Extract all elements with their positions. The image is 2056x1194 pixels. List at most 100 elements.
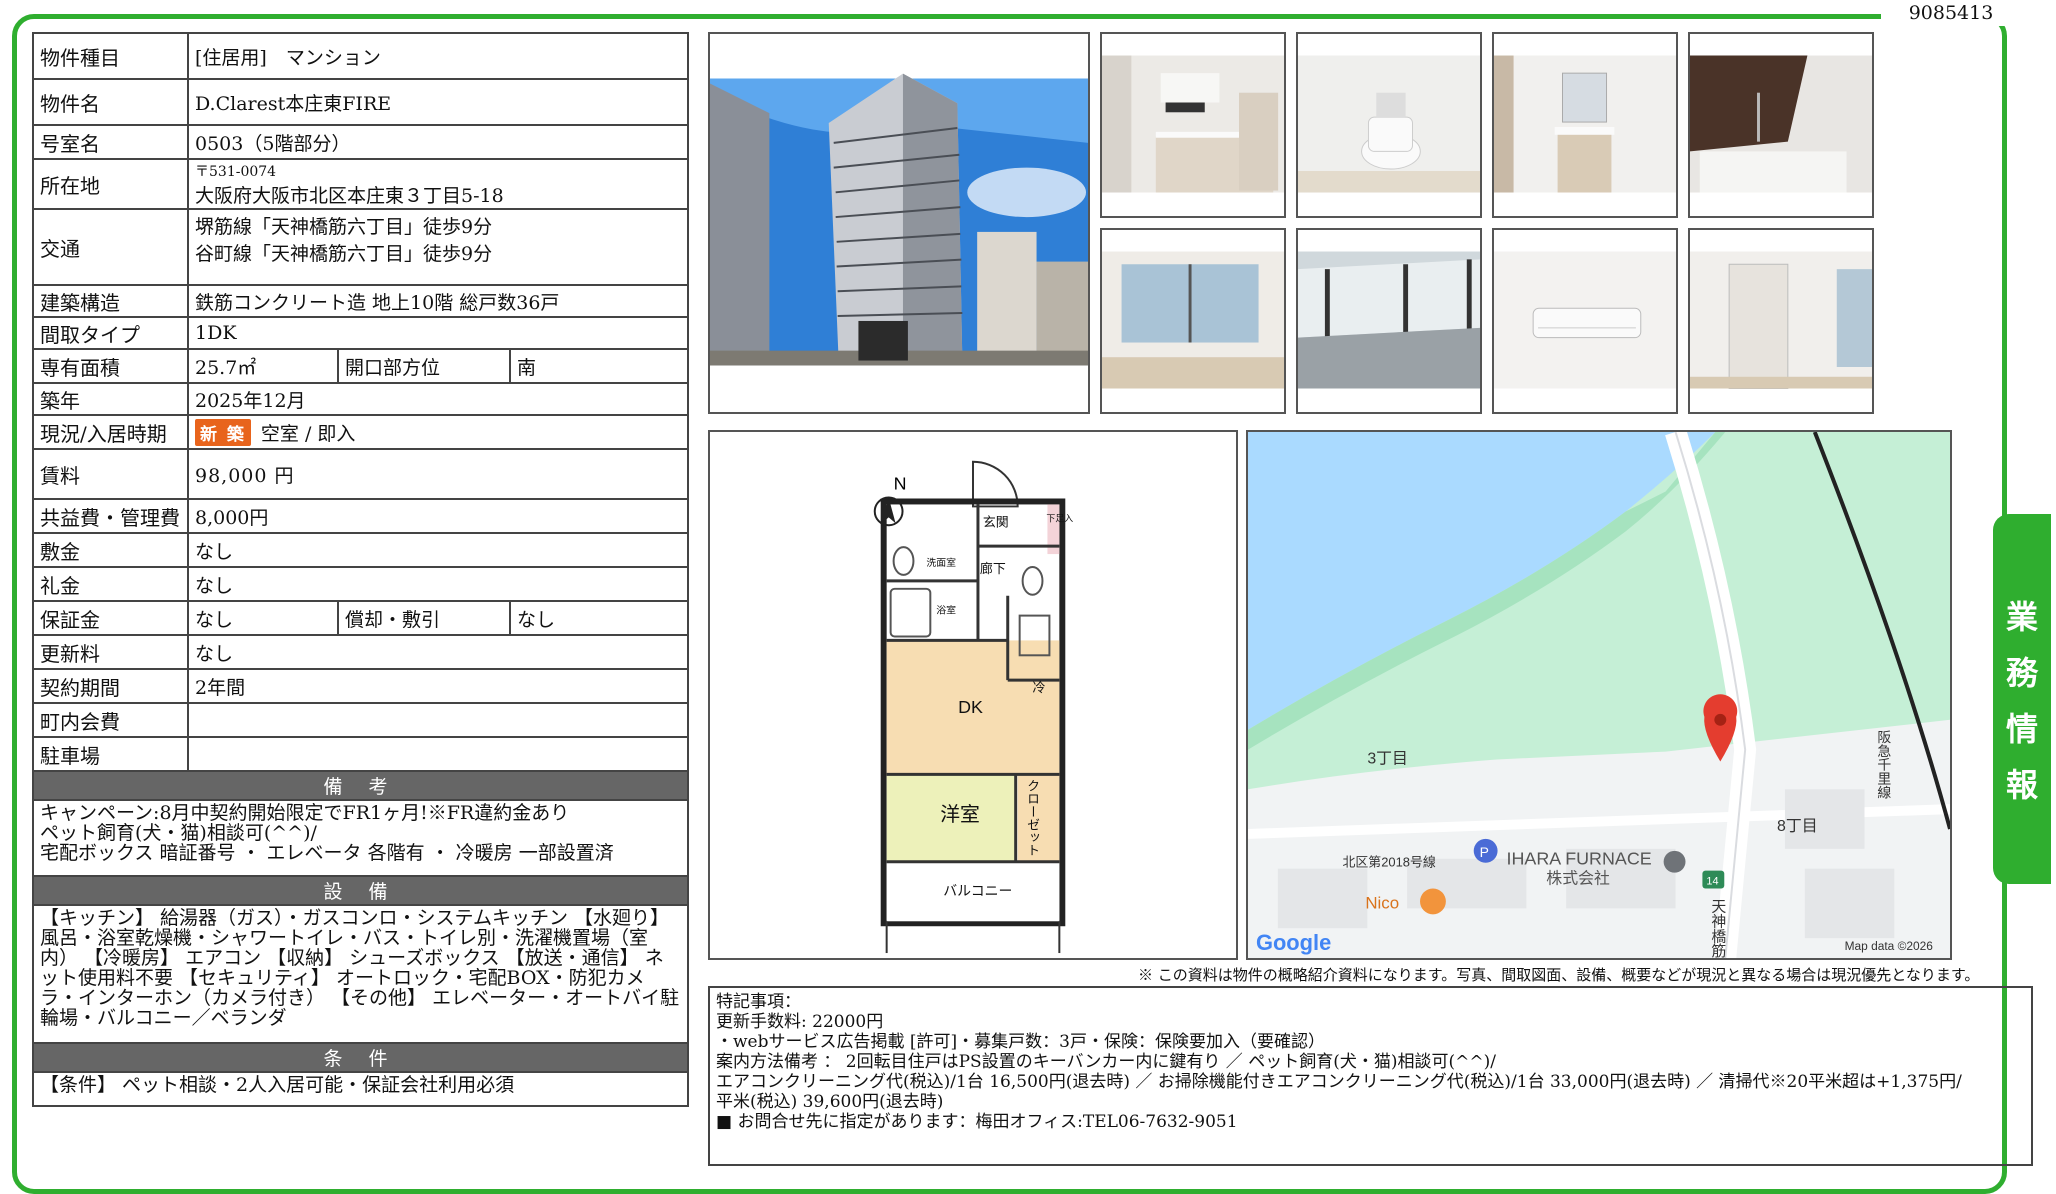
transport-line: 堺筋線「天神橋筋六丁目」徒歩9分 [195, 216, 493, 238]
section-title-jouken: 条 件 [32, 1042, 689, 1073]
google-logo: Google [1256, 930, 1331, 955]
value-name: D.Clarest本庄東FIRE [187, 78, 689, 126]
label-balcony: バルコニー [943, 882, 1012, 898]
label-built: 築年 [32, 382, 189, 416]
map-drawing: P 3丁目 8丁目 北区第2018号線 IHARA FURNACE 株式会社 N… [1248, 432, 1950, 958]
map-label-nico: Nico [1365, 893, 1399, 912]
remarks-line: 案内方法備考 ： 2回転目住戸はPS設置のキーバンカー内に鍵有り ／ ペット飼育… [716, 1052, 1496, 1072]
label-closet: クローゼット [1025, 779, 1040, 856]
label-town-fee: 町内会費 [32, 702, 189, 738]
remarks-line: エアコンクリーニング代(税込)/1台 16,500円(退去時) ／ お掃除機能付… [716, 1072, 1962, 1092]
value-status: 新 築空室 / 即入 [187, 414, 689, 450]
disclaimer-notice: ※ この資料は物件の概略紹介資料になります。写真、間取図面、設備、概要などが現況… [1138, 966, 1980, 984]
value-key-money: なし [187, 566, 689, 602]
label-layout: 間取タイプ [32, 316, 189, 350]
label-name: 物件名 [32, 78, 189, 126]
section-body-setsubi: 【キッチン】 給湯器（ガス）・ガスコンロ・システムキッチン 【水廻り】 風呂・浴… [32, 904, 689, 1044]
section-body-jouken: 【条件】 ペット相談・2人入居可能・保証会社利用必須 [32, 1071, 689, 1107]
value-structure: 鉄筋コンクリート造 地上10階 総戸数36戸 [187, 284, 689, 318]
remarks-line: 更新手数料: 22000円 [716, 1012, 884, 1032]
map-label-company-suffix: 株式会社 [1546, 870, 1610, 888]
north-label: N [894, 474, 907, 494]
map-label-road: 北区第2018号線 [1342, 855, 1435, 870]
label-direction: 開口部方位 [337, 348, 511, 384]
label-status: 現況/入居時期 [32, 414, 189, 450]
floorplan-panel[interactable]: N 玄関 下足入 洗面室 廊下 浴室 冷 DK 洋室 クローゼット バルコニー [708, 430, 1238, 960]
new-build-badge: 新 築 [195, 418, 251, 446]
special-remarks-box: 特記事項： 更新手数料: 22000円 ・webサービス広告掲載 [許可]・募集… [708, 986, 2033, 1166]
building-image [710, 34, 1088, 412]
value-guarantee: なし [187, 600, 339, 636]
balcony-image [1298, 230, 1480, 412]
kitchen-image [1102, 34, 1284, 216]
photo-kitchen[interactable] [1100, 32, 1286, 218]
value-rent: 98,000 円 [187, 448, 689, 500]
toilet-image [1298, 34, 1480, 216]
label-area: 専有面積 [32, 348, 189, 384]
map-label-8chome: 8丁目 [1777, 818, 1818, 835]
label-sentaku: 洗面室 [926, 556, 956, 569]
label-parking: 駐車場 [32, 736, 189, 772]
value-address: 〒531-0074 大阪府大阪市北区本庄東３丁目5-18 [187, 158, 689, 210]
value-parking [187, 736, 689, 772]
photo-aircon[interactable] [1492, 228, 1678, 414]
status-text: 空室 / 即入 [260, 422, 356, 445]
section-title-bikou: 備 考 [32, 770, 689, 801]
value-transport: 堺筋線「天神橋筋六丁目」徒歩9分 谷町線「天神橋筋六丁目」徒歩9分 [187, 208, 689, 286]
label-type: 物件種目 [32, 32, 189, 80]
room-window-image [1102, 230, 1284, 412]
photo-balcony[interactable] [1296, 228, 1482, 414]
remarks-line: ・webサービス広告掲載 [許可]・募集戸数：3戸・保険：保険要加入（要確認） [716, 1032, 1325, 1052]
photo-room-window[interactable] [1100, 228, 1286, 414]
bathroom-image [1690, 34, 1872, 216]
label-dk: DK [958, 697, 983, 717]
label-structure: 建築構造 [32, 284, 189, 318]
value-area: 25.7㎡ [187, 348, 339, 384]
zip-code: 〒531-0074 [195, 163, 277, 180]
value-town-fee [187, 702, 689, 738]
map-label-railway: 阪急千里線 [1876, 730, 1892, 800]
closet-image [1690, 230, 1872, 412]
transport-line: 谷町線「天神橋筋六丁目」徒歩9分 [195, 243, 493, 265]
side-tab-char: 情 [2005, 710, 2038, 748]
label-genkan: 玄関 [983, 514, 1009, 529]
page-id: 9085413 [1881, 0, 2021, 26]
photo-toilet[interactable] [1296, 32, 1482, 218]
spec-table: 物件種目 [住居用] マンション 物件名 D.Clarest本庄東FIRE 号室名 0… [32, 32, 689, 1107]
section-title-setsubi: 設 備 [32, 875, 689, 906]
aircon-image [1494, 230, 1676, 412]
label-youshitsu: 洋室 [940, 804, 980, 826]
bikou-line: ペット飼育(犬・猫)相談可(^^)/ [40, 822, 317, 844]
label-deposit: 敷金 [32, 532, 189, 568]
value-direction: 南 [509, 348, 689, 384]
value-layout: 1DK [187, 316, 689, 350]
value-fee: 8,000円 [187, 498, 689, 534]
map-route-number: 14 [1706, 876, 1718, 888]
value-amortization: なし [509, 600, 689, 636]
photo-closet[interactable] [1688, 228, 1874, 414]
label-transport: 交通 [32, 208, 189, 286]
washroom-image [1494, 34, 1676, 216]
value-deposit: なし [187, 532, 689, 568]
address-line: 大阪府大阪市北区本庄東３丁目5-18 [195, 184, 504, 207]
section-body-bikou: キャンペーン:8月中契約開始限定でFR1ヶ月!※FR違約金あり ペット飼育(犬・猫… [32, 799, 689, 877]
remarks-line: 特記事項： [716, 992, 801, 1012]
photo-washroom[interactable] [1492, 32, 1678, 218]
label-rei: 冷 [1033, 680, 1046, 695]
map-label-company-name: IHARA FURNACE [1507, 849, 1652, 869]
side-tab-gyoumu-jouhou[interactable]: 業 務 情 報 [1993, 514, 2051, 884]
label-guarantee: 保証金 [32, 600, 189, 636]
label-room: 号室名 [32, 124, 189, 160]
photo-building-exterior[interactable] [708, 32, 1090, 414]
map-panel[interactable]: P 3丁目 8丁目 北区第2018号線 IHARA FURNACE 株式会社 N… [1246, 430, 1952, 960]
photo-bathroom[interactable] [1688, 32, 1874, 218]
label-contract: 契約期間 [32, 668, 189, 704]
side-tab-char: 業 [2005, 598, 2038, 636]
bikou-line: キャンペーン:8月中契約開始限定でFR1ヶ月!※FR違約金あり [40, 802, 570, 824]
floorplan-drawing: N 玄関 下足入 洗面室 廊下 浴室 冷 DK 洋室 クローゼット バルコニー [710, 432, 1236, 958]
label-rouka: 廊下 [980, 561, 1006, 576]
bikou-line: 宅配ボックス 暗証番号 ・ エレベータ 各階有 ・ 冷暖房 一部設置済 [40, 842, 614, 864]
value-contract: 2年間 [187, 668, 689, 704]
value-renewal: なし [187, 634, 689, 670]
side-tab-char: 務 [2005, 654, 2038, 692]
